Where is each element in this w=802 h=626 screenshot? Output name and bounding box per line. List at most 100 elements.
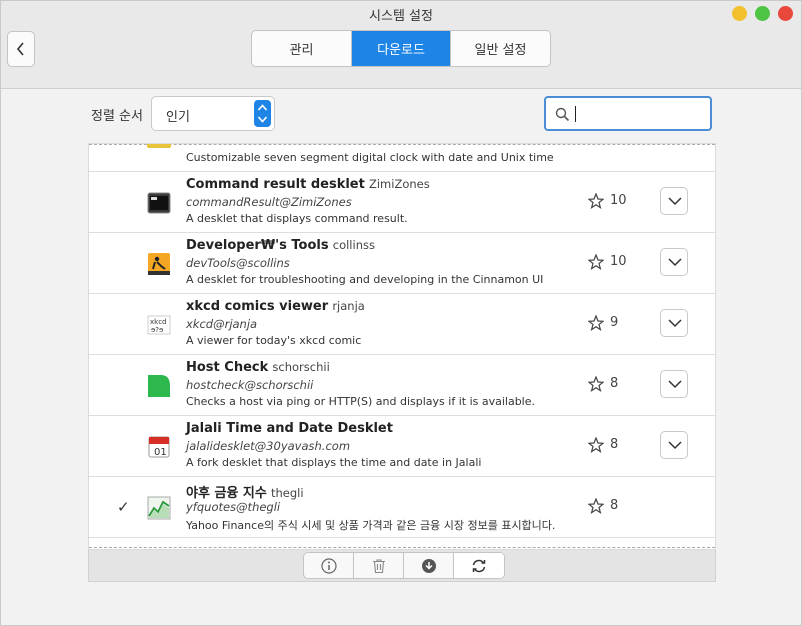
host-check-icon xyxy=(147,374,171,398)
rating-score: 10 xyxy=(610,193,627,208)
list-item-title: xkcd comics viewer rjanja xyxy=(186,299,365,314)
window-title: 시스템 설정 xyxy=(369,9,433,24)
star-icon xyxy=(588,315,604,331)
spice-name: Jalali Time and Date Desklet xyxy=(186,421,393,436)
expand-button[interactable] xyxy=(660,248,688,276)
expand-button[interactable] xyxy=(660,431,688,459)
expand-button[interactable] xyxy=(660,187,688,215)
settings-window: 시스템 설정 관리 다운로드 일반 설정 정렬 순서 인기 Customizab… xyxy=(0,0,802,626)
sort-select[interactable]: 인기 xyxy=(151,96,275,131)
spice-author: schorschii xyxy=(272,360,330,374)
search-icon xyxy=(555,107,570,122)
action-bar xyxy=(88,550,716,582)
rating-score: 8 xyxy=(610,376,619,391)
info-icon xyxy=(320,557,337,574)
spice-uuid: commandResult@ZimiZones xyxy=(186,195,352,209)
minimize-button[interactable] xyxy=(732,6,747,21)
terminal-icon xyxy=(147,191,171,215)
trash-icon xyxy=(372,558,385,573)
spice-name: Command result desklet xyxy=(186,177,365,192)
header-bar: 시스템 설정 관리 다운로드 일반 설정 xyxy=(1,1,801,89)
spice-name: Host Check xyxy=(186,360,269,375)
chevron-left-icon xyxy=(16,42,24,56)
list-item[interactable]: Customizable seven segment digital clock… xyxy=(89,144,715,172)
list-item-description: A viewer for today's xkcd comic xyxy=(186,334,362,347)
expand-button[interactable] xyxy=(660,370,688,398)
tab-manage[interactable]: 관리 xyxy=(252,31,352,66)
list-item[interactable]: 01 Jalali Time and Date Desklet jalalides… xyxy=(89,416,715,477)
list-item-description: A fork desklet that displays the time an… xyxy=(186,456,482,469)
list-item-description: Customizable seven segment digital clock… xyxy=(186,151,554,164)
action-toolbar xyxy=(303,552,505,579)
spice-uuid: hostcheck@schorschii xyxy=(186,378,314,392)
expand-button[interactable] xyxy=(660,309,688,337)
updown-icon xyxy=(254,100,271,127)
list-item[interactable]: Host Check schorschii hostcheck@schorschi… xyxy=(89,355,715,416)
spice-name: xkcd comics viewer xyxy=(186,299,329,314)
list-item-description: A desklet that displays command result. xyxy=(186,212,408,225)
star-icon xyxy=(588,437,604,453)
installed-check-icon: ✓ xyxy=(117,498,130,516)
list-item-description: A desklet for troubleshooting and develo… xyxy=(186,273,544,286)
spice-author: rjanja xyxy=(332,299,365,313)
xkcd-icon: xkcd ɘ?ɘ xyxy=(147,313,171,337)
spice-author: ZimiZones xyxy=(368,177,430,191)
svg-text:xkcd: xkcd xyxy=(150,318,167,326)
star-icon xyxy=(588,193,604,209)
svg-text:01: 01 xyxy=(154,447,167,458)
rating-score: 9 xyxy=(610,315,619,330)
list-item-title: Host Check schorschii xyxy=(186,360,330,375)
search-input[interactable] xyxy=(544,96,712,131)
star-icon xyxy=(588,498,604,514)
spice-author: collinss xyxy=(332,238,375,252)
spice-name: 야후 금융 지수 xyxy=(186,486,267,501)
star-icon xyxy=(588,376,604,392)
spice-uuid: yfquotes@thegli xyxy=(186,500,281,514)
list-item-title: Developer₩'s Tools collinss xyxy=(186,238,375,253)
install-button[interactable] xyxy=(404,553,454,578)
chevron-down-icon xyxy=(668,380,682,389)
rating-score: 8 xyxy=(610,498,619,513)
construction-icon xyxy=(147,252,171,276)
spice-name: Developer₩'s Tools xyxy=(186,238,329,253)
star-icon xyxy=(588,254,604,270)
spice-uuid: jalalidesklet@30yavash.com xyxy=(186,439,351,453)
info-button[interactable] xyxy=(304,553,354,578)
view-switcher: 관리 다운로드 일반 설정 xyxy=(251,30,551,67)
spice-author: thegli xyxy=(270,486,304,500)
rating-score: 10 xyxy=(610,254,627,269)
list-item[interactable]: xkcd ɘ?ɘ xkcd comics viewer rjanja xkcd@rja… xyxy=(89,294,715,355)
list-item[interactable]: Developer₩'s Tools collinss devTools@scol… xyxy=(89,233,715,294)
download-icon xyxy=(421,558,436,573)
text-caret xyxy=(575,106,576,122)
chevron-down-icon xyxy=(668,197,682,206)
drop-indicator-bottom xyxy=(89,547,715,548)
maximize-button[interactable] xyxy=(755,6,770,21)
back-button[interactable] xyxy=(7,31,35,67)
rating-score: 8 xyxy=(610,437,619,452)
list-item[interactable]: ✓ 야후 금융 지수 thegli yfquotes@thegli Yahoo Fin… xyxy=(89,477,715,538)
uninstall-button[interactable] xyxy=(354,553,404,578)
list-item-title: 야후 금융 지수 thegli xyxy=(186,482,304,501)
list-item-description: Checks a host via ping or HTTP(S) and di… xyxy=(186,395,535,408)
chevron-down-icon xyxy=(668,441,682,450)
tab-download[interactable]: 다운로드 xyxy=(352,31,451,66)
list-item[interactable]: Command result desklet ZimiZones commandR… xyxy=(89,172,715,233)
tab-general-settings[interactable]: 일반 설정 xyxy=(451,31,550,66)
refresh-icon xyxy=(472,559,486,572)
spice-uuid: xkcd@rjanja xyxy=(186,317,258,331)
close-button[interactable] xyxy=(778,6,793,21)
spice-list[interactable]: Customizable seven segment digital clock… xyxy=(88,143,716,550)
list-item-description: Yahoo Finance의 주식 시세 및 상품 가격과 같은 금융 시장 정… xyxy=(186,519,556,532)
chevron-down-icon xyxy=(668,258,682,267)
refresh-button[interactable] xyxy=(454,553,504,578)
stock-chart-icon xyxy=(147,496,171,520)
chevron-down-icon xyxy=(668,319,682,328)
calendar-icon: 01 xyxy=(147,435,171,459)
list-item[interactable] xyxy=(89,538,715,549)
spice-uuid: devTools@scollins xyxy=(186,256,290,270)
sort-value: 인기 xyxy=(166,110,190,125)
svg-text:ɘ?ɘ: ɘ?ɘ xyxy=(151,326,163,334)
sort-label: 정렬 순서 xyxy=(91,109,143,124)
list-item-title: Command result desklet ZimiZones xyxy=(186,177,430,192)
